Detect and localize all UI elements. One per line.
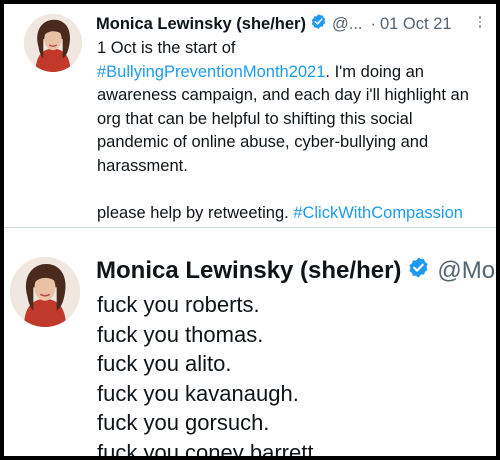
tweet-line: #BullyingPreventionMonth2021. I'm doing … [97,61,492,85]
tweet-date[interactable]: 01 Oct 21 [380,15,452,34]
tweet-line: fuck you thomas. [97,321,264,347]
tweet-1[interactable]: Monica Lewinsky (she/her) @... · 01 Oct … [4,4,496,226]
tweet-text-fragment: please help by retweeting. [97,203,294,222]
tweet-line: pandemic of online abuse, cyber-bullying… [97,133,429,151]
tweet-1-header: Monica Lewinsky (she/her) @... · 01 Oct … [96,14,452,34]
profile-photo-icon [24,14,82,72]
tweet-line: fuck you coney barrett. [97,439,320,460]
tweet-text-fragment: . I'm doing an [325,62,424,81]
profile-photo-icon [10,257,80,327]
tweet-line: awareness campaign, and each day i'll hi… [97,86,469,104]
avatar[interactable] [10,257,80,327]
tweet-line: 1 Oct is the start of [97,39,236,57]
divider [4,227,496,228]
hashtag-link[interactable]: #BullyingPreventionMonth2021 [97,63,325,81]
author-handle[interactable]: @... [332,15,363,34]
author-name[interactable]: Monica Lewinsky (she/her) [96,257,401,285]
verified-badge-icon [407,256,430,286]
more-options-icon[interactable] [474,12,486,32]
author-handle[interactable]: @Monic [437,257,496,285]
header-separator: · [370,14,377,33]
screenshot-frame: Monica Lewinsky (she/her) @... · 01 Oct … [0,0,500,460]
author-name[interactable]: Monica Lewinsky (she/her) [96,15,306,34]
tweet-line: harassment. [97,156,188,175]
tweet-line: fuck you roberts. [97,292,260,317]
tweet-line: org that can be helpful to shifting this… [97,109,413,128]
tweet-line: fuck you kavanaugh. [97,380,299,406]
tweet-2-text: fuck you roberts. fuck you thomas. fuck … [97,290,320,460]
verified-badge-icon [310,13,327,35]
hashtag-link[interactable]: #ClickWithCompassion [293,204,463,222]
tweet-line: fuck you gorsuch. [97,410,270,435]
tweet-line: please help by retweeting. #ClickWithCom… [97,202,492,226]
avatar[interactable] [24,14,82,72]
tweet-line: fuck you alito. [97,351,232,376]
tweet-2-header: Monica Lewinsky (she/her) @Monic [96,256,496,286]
tweet-1-text: 1 Oct is the start of #BullyingPreventio… [97,37,492,225]
